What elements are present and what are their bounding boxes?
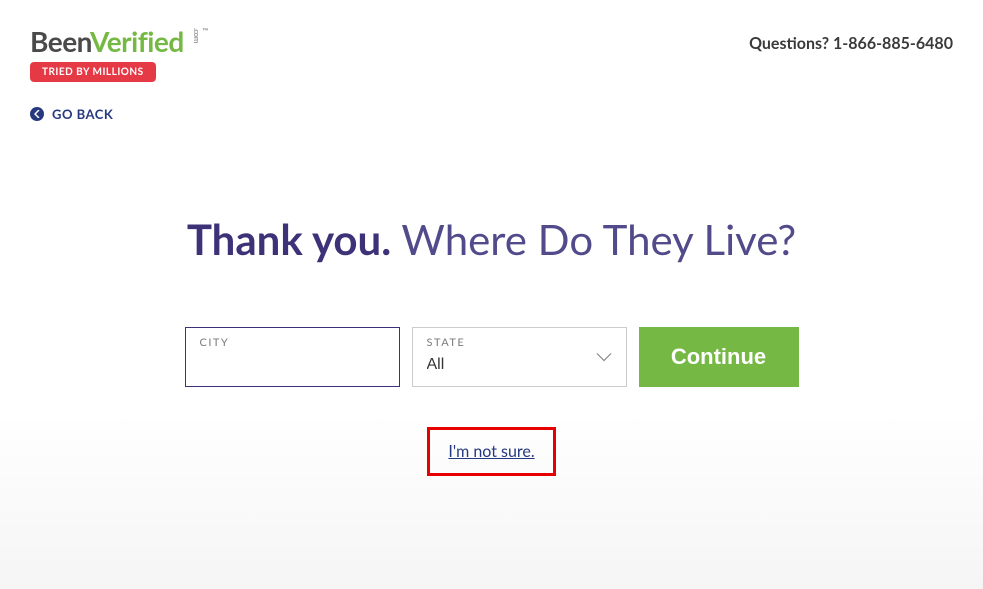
logo[interactable]: BeenVerified .com ™ <box>30 24 184 58</box>
logo-com: .com <box>192 28 202 43</box>
city-field-wrap: CITY <box>185 327 400 387</box>
heading-bold: Thank you. <box>187 214 391 264</box>
logo-word-verified: Verified <box>90 24 184 58</box>
tried-by-millions-badge: TRIED BY MILLIONS <box>30 62 156 82</box>
city-label: CITY <box>200 336 230 349</box>
go-back-link[interactable]: GO BACK <box>0 82 113 122</box>
not-sure-highlight: I'm not sure. <box>427 427 555 476</box>
not-sure-link[interactable]: I'm not sure. <box>448 442 534 461</box>
state-label: STATE <box>427 336 466 349</box>
heading-rest: Where Do They Live? <box>391 214 796 264</box>
page-heading: Thank you. Where Do They Live? <box>0 212 983 267</box>
logo-tm: ™ <box>202 26 208 36</box>
go-back-label: GO BACK <box>52 106 113 122</box>
location-form: CITY STATE All Continue <box>0 327 983 387</box>
logo-area: BeenVerified .com ™ TRIED BY MILLIONS <box>30 24 184 82</box>
questions-phone: Questions? 1-866-885-6480 <box>749 34 953 53</box>
state-field-wrap: STATE All <box>412 327 627 387</box>
logo-word-been: Been <box>30 24 90 58</box>
continue-button[interactable]: Continue <box>639 327 799 387</box>
chevron-left-icon <box>30 107 44 121</box>
